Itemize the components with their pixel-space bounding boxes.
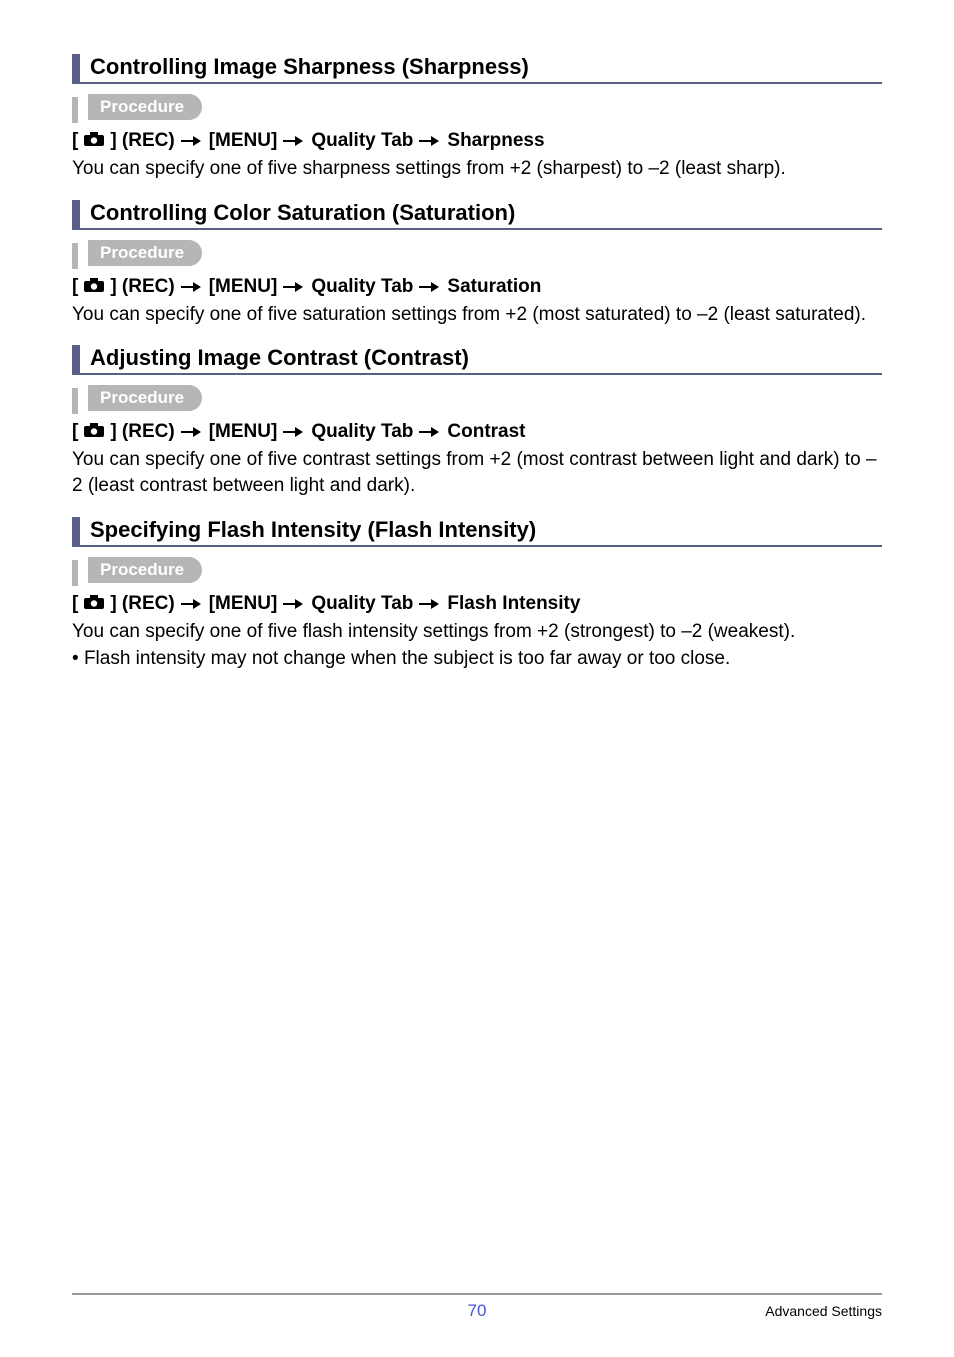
path-saturation: [ ] (REC) [MENU] Quality Tab Saturation — [72, 276, 882, 298]
path-contrast: [ ] (REC) [MENU] Quality Tab Contrast — [72, 421, 882, 443]
footer-section-label: Advanced Settings — [765, 1303, 882, 1319]
page-number: 70 — [468, 1301, 487, 1321]
heading-bar — [72, 54, 80, 82]
heading-title: Controlling Color Saturation (Saturation… — [90, 200, 515, 228]
arrow-icon — [419, 425, 441, 439]
path-menu: [MENU] — [209, 421, 278, 443]
path-target: Sharpness — [447, 130, 544, 152]
procedure-vbar — [72, 97, 78, 123]
procedure-tag: Procedure — [88, 385, 202, 411]
body-text-sharpness: You can specify one of five sharpness se… — [72, 156, 882, 182]
arrow-icon — [419, 597, 441, 611]
bracket-open: [ — [72, 421, 78, 443]
path-menu: [MENU] — [209, 130, 278, 152]
arrow-icon — [181, 425, 203, 439]
procedure-vbar — [72, 243, 78, 269]
arrow-icon — [181, 134, 203, 148]
arrow-icon — [283, 425, 305, 439]
page-content: Controlling Image Sharpness (Sharpness) … — [0, 0, 954, 672]
camera-icon — [84, 593, 104, 615]
path-qtab: Quality Tab — [311, 130, 413, 152]
heading-title: Adjusting Image Contrast (Contrast) — [90, 345, 469, 373]
procedure-vbar — [72, 388, 78, 414]
path-qtab: Quality Tab — [311, 276, 413, 298]
path-qtab: Quality Tab — [311, 421, 413, 443]
section-heading-sharpness: Controlling Image Sharpness (Sharpness) — [72, 54, 882, 84]
body-text-contrast: You can specify one of five contrast set… — [72, 447, 882, 498]
heading-bar — [72, 345, 80, 373]
path-qtab: Quality Tab — [311, 593, 413, 615]
bracket-open: [ — [72, 276, 78, 298]
procedure-vbar — [72, 560, 78, 586]
procedure-label-wrap: Procedure — [72, 94, 882, 126]
heading-title: Controlling Image Sharpness (Sharpness) — [90, 54, 529, 82]
bracket-open: [ — [72, 130, 78, 152]
camera-icon — [84, 276, 104, 298]
procedure-tag: Procedure — [88, 240, 202, 266]
body-text-saturation: You can specify one of five saturation s… — [72, 302, 882, 328]
path-target: Saturation — [447, 276, 541, 298]
procedure-label-wrap: Procedure — [72, 385, 882, 417]
procedure-label-wrap: Procedure — [72, 240, 882, 272]
heading-title: Specifying Flash Intensity (Flash Intens… — [90, 517, 536, 545]
section-heading-saturation: Controlling Color Saturation (Saturation… — [72, 200, 882, 230]
arrow-icon — [419, 280, 441, 294]
procedure-tag: Procedure — [88, 94, 202, 120]
heading-bar — [72, 200, 80, 228]
procedure-label-wrap: Procedure — [72, 557, 882, 589]
path-flash: [ ] (REC) [MENU] Quality Tab Flash Inten… — [72, 593, 882, 615]
path-menu: [MENU] — [209, 593, 278, 615]
path-rec: ] (REC) — [110, 421, 174, 443]
section-heading-flash: Specifying Flash Intensity (Flash Intens… — [72, 517, 882, 547]
camera-icon — [84, 421, 104, 443]
path-rec: ] (REC) — [110, 130, 174, 152]
body-text-flash: You can specify one of five flash intens… — [72, 619, 882, 645]
arrow-icon — [283, 280, 305, 294]
bracket-open: [ — [72, 593, 78, 615]
arrow-icon — [283, 134, 305, 148]
path-target: Contrast — [447, 421, 525, 443]
arrow-icon — [419, 134, 441, 148]
page-footer: 70 Advanced Settings — [72, 1293, 882, 1327]
path-menu: [MENU] — [209, 276, 278, 298]
heading-bar — [72, 517, 80, 545]
path-sharpness: [ ] (REC) [MENU] Quality Tab Sharpness — [72, 130, 882, 152]
bullet-flash: • Flash intensity may not change when th… — [72, 646, 882, 672]
path-target: Flash Intensity — [447, 593, 580, 615]
path-rec: ] (REC) — [110, 593, 174, 615]
camera-icon — [84, 130, 104, 152]
path-rec: ] (REC) — [110, 276, 174, 298]
section-heading-contrast: Adjusting Image Contrast (Contrast) — [72, 345, 882, 375]
procedure-tag: Procedure — [88, 557, 202, 583]
arrow-icon — [181, 597, 203, 611]
arrow-icon — [181, 280, 203, 294]
arrow-icon — [283, 597, 305, 611]
bullet-text: Flash intensity may not change when the … — [84, 648, 730, 669]
